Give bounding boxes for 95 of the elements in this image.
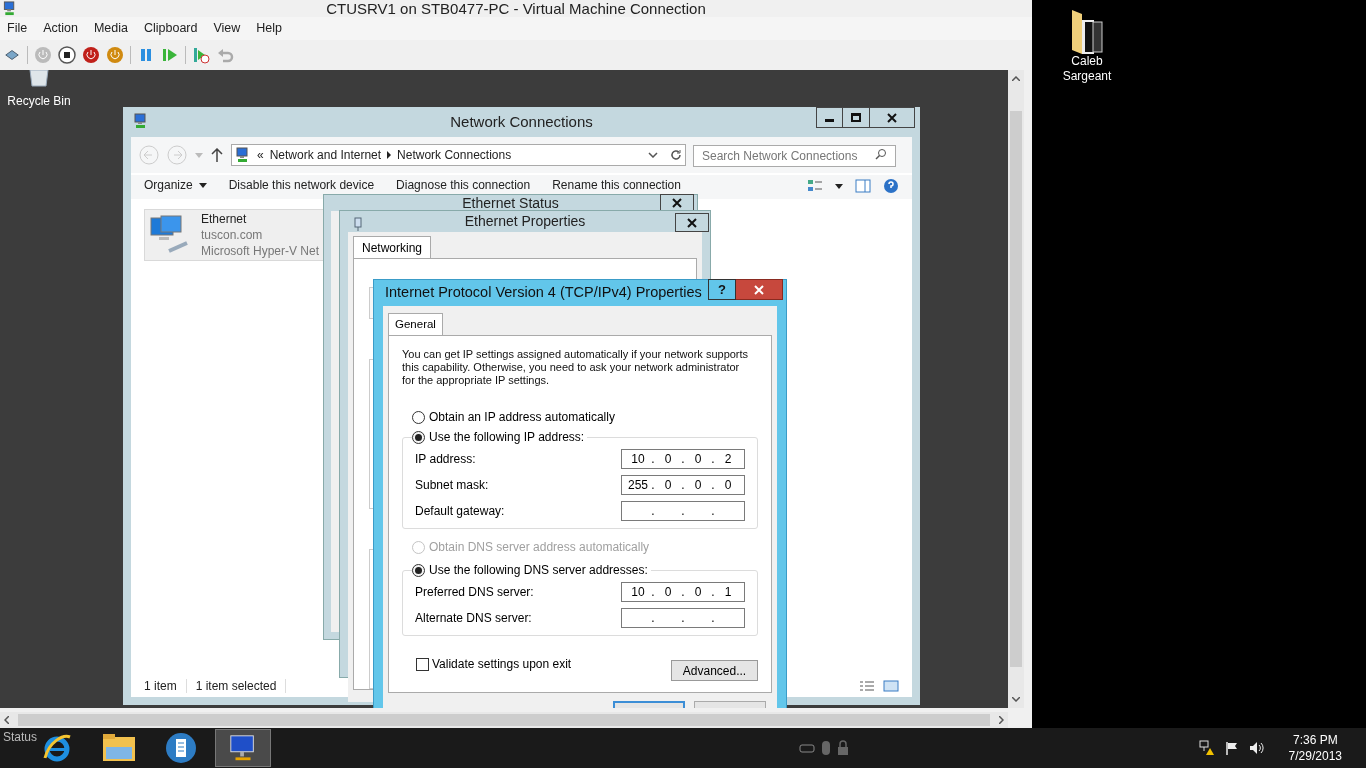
menu-item[interactable]: Action	[43, 19, 78, 38]
network-computer-icon	[133, 113, 149, 129]
radio-button[interactable]	[412, 563, 425, 577]
close-icon	[687, 217, 697, 228]
drive-icon	[798, 743, 815, 753]
window-title: Ethernet Status	[462, 195, 559, 211]
help-button[interactable]: ?	[708, 279, 736, 300]
window-title: CTUSRV1 on STB0477-PC - Virtual Machine Connection	[326, 0, 706, 17]
window-title: Network Connections	[450, 111, 593, 132]
scrollbar-thumb[interactable]	[18, 714, 990, 726]
caret-icon	[198, 182, 207, 188]
folder-icon	[102, 733, 137, 763]
ip-address-field[interactable]: . . .	[621, 608, 745, 628]
status-text: 1 item	[144, 678, 177, 695]
breadcrumb-item[interactable]: Network and Internet	[269, 146, 382, 164]
adapter-name: Ethernet	[201, 211, 248, 227]
vertical-scrollbar[interactable]	[1008, 70, 1024, 708]
menu-item[interactable]: Media	[93, 19, 128, 38]
command-button[interactable]: Disable this network device	[228, 176, 375, 194]
address-bar[interactable]: « Network and Internet Network Connections	[231, 144, 686, 166]
close-button[interactable]	[870, 107, 915, 128]
horizontal-scrollbar[interactable]	[0, 712, 1008, 728]
mouse-icon	[820, 740, 831, 756]
scroll-down-icon[interactable]	[1012, 697, 1020, 702]
scrollbar-thumb[interactable]	[1010, 111, 1022, 667]
ip-address-field[interactable]: . . .	[621, 501, 745, 521]
field-label: Preferred DNS server:	[415, 584, 534, 601]
lock-icon	[836, 740, 849, 756]
close-icon	[887, 112, 897, 123]
field-label: Default gateway:	[415, 503, 505, 520]
checkbox[interactable]: Validate settings upon exit	[416, 655, 572, 673]
field-label: IP address:	[415, 451, 476, 468]
flag-icon[interactable]	[1224, 741, 1239, 755]
radio-label: Use the following IP address:	[429, 429, 585, 446]
caret-icon[interactable]	[835, 183, 843, 189]
menu-item[interactable]: Help	[256, 19, 283, 38]
chevron-right-icon[interactable]	[387, 151, 392, 159]
stop-icon[interactable]	[58, 46, 76, 64]
recycle-bin-icon	[26, 70, 52, 88]
tab[interactable]: General	[388, 313, 443, 335]
tab[interactable]: Networking	[353, 236, 432, 258]
breadcrumb-overflow[interactable]: «	[257, 146, 264, 164]
radio-label: Obtain DNS server address automatically	[429, 539, 650, 556]
menu-item[interactable]: View	[213, 19, 241, 38]
chevron-down-icon[interactable]	[648, 152, 658, 158]
close-button[interactable]	[675, 213, 709, 232]
clock[interactable]: 7:36 PM 7/29/2013	[1288, 732, 1342, 764]
refresh-icon[interactable]	[670, 149, 682, 161]
radio-label: Obtain an IP address automatically	[429, 409, 615, 426]
scroll-right-icon[interactable]	[999, 716, 1004, 724]
ip-address-field[interactable]: 10 . 0 . 0 . 1	[621, 582, 745, 602]
close-icon	[754, 284, 764, 295]
breadcrumb-item[interactable]: Network Connections	[397, 146, 512, 164]
intro-text: You can get IP settings assigned automatically if your network supports this capability. Otherwise, you need to ask your network administrator for the appropriate IP settings.	[402, 348, 750, 387]
scroll-left-icon[interactable]	[4, 716, 9, 724]
speaker-icon[interactable]	[1248, 741, 1265, 755]
radio-label: Use the following DNS server addresses:	[429, 562, 648, 579]
network-computer-icon	[235, 147, 251, 163]
minimize-button[interactable]	[816, 107, 843, 128]
adapter-domain: tuscon.com	[201, 227, 264, 243]
status-text: 1 item selected	[195, 678, 277, 695]
desktop-icon-label[interactable]: Caleb Sargeant	[1057, 54, 1117, 84]
power-icon[interactable]	[82, 46, 100, 64]
network-adapter-icon	[354, 217, 362, 231]
adapter-description: Microsoft Hyper-V Net	[201, 243, 320, 259]
command-button[interactable]: Diagnose this connection	[396, 176, 531, 194]
status-text: Status	[3, 730, 38, 744]
ip-address-field[interactable]: 10 . 0 . 0 . 2	[621, 449, 745, 469]
network-warning-icon[interactable]	[1198, 740, 1215, 756]
search-field[interactable]: Search Network Connections	[693, 145, 896, 167]
advanced-button[interactable]: Advanced...	[671, 660, 758, 681]
command-button[interactable]: Rename this connection	[552, 176, 681, 194]
radio-button[interactable]	[412, 410, 425, 424]
organize-menu[interactable]: Organize	[144, 176, 207, 194]
menu-item[interactable]: File	[7, 19, 28, 38]
search-icon	[875, 148, 887, 160]
help-icon[interactable]	[883, 178, 899, 194]
preview-pane-icon[interactable]	[855, 179, 871, 193]
window-title: Internet Protocol Version 4 (TCP/IPv4) Properties	[384, 283, 702, 303]
field-label: Subnet mask:	[415, 477, 489, 494]
radio-button[interactable]	[412, 430, 425, 444]
checkpoint-icon[interactable]	[192, 46, 210, 64]
view-options-icon[interactable]	[807, 179, 823, 193]
close-icon	[672, 197, 682, 208]
window-title: Ethernet Properties	[464, 212, 586, 231]
desktop-icon-label[interactable]: Recycle Bin	[7, 92, 71, 110]
server-icon	[165, 732, 198, 764]
up-arrow-icon[interactable]	[211, 148, 223, 162]
scroll-up-icon[interactable]	[1012, 76, 1020, 81]
field-label: Alternate DNS server:	[415, 610, 532, 627]
ip-address-field[interactable]: 255 . 0 . 0 . 0	[621, 475, 745, 495]
maximize-button[interactable]	[843, 107, 870, 128]
close-button[interactable]	[736, 279, 783, 300]
folder-icon	[1069, 8, 1105, 54]
menu-item[interactable]: Clipboard	[143, 19, 198, 38]
